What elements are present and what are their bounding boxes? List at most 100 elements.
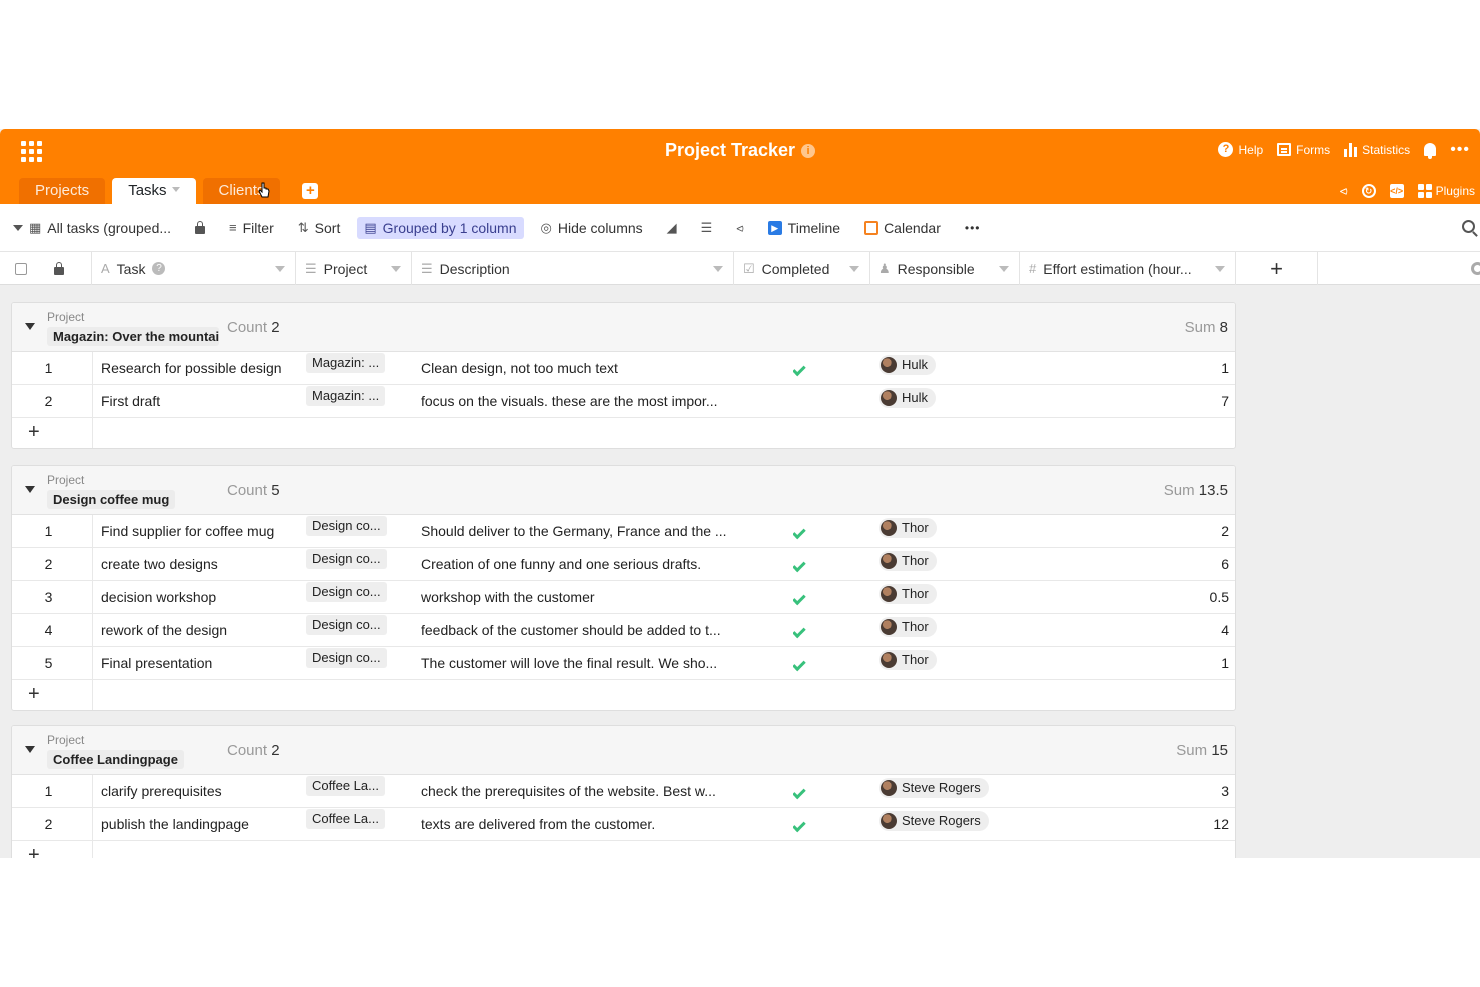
cell-project[interactable]: Design co... (306, 614, 388, 646)
cell-effort[interactable]: 3 (1037, 775, 1229, 807)
cell-completed[interactable] (793, 647, 813, 679)
cell-effort[interactable]: 0.5 (1037, 581, 1229, 613)
cell-task[interactable]: create two designs (101, 548, 297, 580)
collapse-caret-icon[interactable] (25, 486, 35, 493)
column-description[interactable]: ☰ Description (412, 252, 734, 285)
add-row-button[interactable]: + (12, 680, 93, 710)
cell-task[interactable]: decision workshop (101, 581, 297, 613)
cell-project[interactable]: Design co... (306, 548, 388, 580)
cell-effort[interactable]: 1 (1037, 352, 1229, 384)
table-row[interactable]: 1 Find supplier for coffee mug Design co… (12, 515, 1235, 548)
add-column-button[interactable]: + (1236, 252, 1318, 285)
plugins-button[interactable]: Plugins (1417, 183, 1475, 198)
cell-task[interactable]: Final presentation (101, 647, 297, 679)
cell-responsible[interactable]: Thor (879, 581, 1019, 613)
cell-project[interactable]: Design co... (306, 647, 388, 679)
cell-description[interactable]: Should deliver to the Germany, France an… (421, 515, 731, 547)
cell-project[interactable]: Magazin: ... (306, 352, 388, 384)
cell-responsible[interactable]: Thor (879, 647, 1019, 679)
sort-button[interactable]: ⇅ Sort (291, 217, 348, 239)
help-icon[interactable]: ? (152, 262, 166, 275)
add-row[interactable]: + (12, 418, 1235, 448)
cell-description[interactable]: workshop with the customer (421, 581, 731, 613)
cell-project[interactable]: Design co... (306, 515, 388, 547)
cell-task[interactable]: First draft (101, 385, 297, 417)
cell-responsible[interactable]: Steve Rogers (879, 808, 1019, 840)
lock-icon[interactable] (54, 261, 64, 275)
cell-effort[interactable]: 4 (1037, 614, 1229, 646)
column-completed[interactable]: ☑ Completed (734, 252, 870, 285)
collapse-caret-icon[interactable] (25, 323, 35, 330)
cell-project[interactable]: Coffee La... (306, 808, 388, 840)
column-menu-icon[interactable] (391, 266, 401, 272)
cell-completed[interactable] (793, 808, 813, 840)
cell-description[interactable]: Creation of one funny and one serious dr… (421, 548, 731, 580)
cell-description[interactable]: check the prerequisites of the website. … (421, 775, 731, 807)
view-lock-button[interactable] (188, 217, 212, 239)
cell-responsible[interactable]: Hulk (879, 352, 1019, 384)
table-row[interactable]: 2 create two designs Design co... Creati… (12, 548, 1235, 581)
script-button[interactable]: </> (1389, 183, 1404, 198)
table-row[interactable]: 2 First draft Magazin: ... focus on the … (12, 385, 1235, 418)
cell-responsible[interactable]: Steve Rogers (879, 775, 1019, 807)
group-button[interactable]: ▤ Grouped by 1 column (357, 216, 524, 239)
table-row[interactable]: 1 Research for possible design Magazin: … (12, 352, 1235, 385)
add-table-button[interactable]: + (302, 183, 319, 199)
table-row[interactable]: 4 rework of the design Design co... feed… (12, 614, 1235, 647)
cell-completed[interactable] (793, 548, 813, 580)
cell-responsible[interactable]: Thor (879, 515, 1019, 547)
cell-responsible[interactable]: Thor (879, 614, 1019, 646)
cell-effort[interactable]: 7 (1037, 385, 1229, 417)
column-menu-icon[interactable] (713, 266, 723, 272)
add-row-button[interactable]: + (12, 841, 93, 858)
timeline-button[interactable]: ▶ Timeline (761, 217, 847, 239)
column-responsible[interactable]: ♟ Responsible (870, 252, 1020, 285)
tab-tasks[interactable]: Tasks (112, 178, 196, 204)
cell-effort[interactable]: 1 (1037, 647, 1229, 679)
cell-completed[interactable] (793, 614, 813, 646)
forms-button[interactable]: Forms (1277, 143, 1330, 157)
help-button[interactable]: ? Help (1218, 142, 1263, 157)
column-effort[interactable]: # Effort estimation (hour... (1020, 252, 1236, 285)
calendar-button[interactable]: Calendar (857, 217, 948, 239)
column-task[interactable]: A Task ? (92, 252, 296, 285)
column-menu-icon[interactable] (849, 266, 859, 272)
cell-responsible[interactable]: Thor (879, 548, 1019, 580)
hide-columns-button[interactable]: ◎ Hide columns (534, 217, 650, 239)
cell-task[interactable]: Find supplier for coffee mug (101, 515, 297, 547)
cell-project[interactable]: Magazin: ... (306, 385, 388, 417)
column-menu-icon[interactable] (999, 266, 1009, 272)
table-row[interactable]: 2 publish the landingpage Coffee La... t… (12, 808, 1235, 841)
cell-description[interactable]: texts are delivered from the customer. (421, 808, 731, 840)
filter-button[interactable]: ≡ Filter (222, 217, 281, 239)
cell-task[interactable]: rework of the design (101, 614, 297, 646)
search-icon[interactable] (1462, 220, 1475, 233)
cell-effort[interactable]: 2 (1037, 515, 1229, 547)
settings-icon[interactable] (1471, 262, 1480, 275)
cell-effort[interactable]: 6 (1037, 548, 1229, 580)
info-icon[interactable]: i (801, 144, 816, 158)
table-row[interactable]: 3 decision workshop Design co... worksho… (12, 581, 1235, 614)
cell-completed[interactable] (793, 352, 813, 384)
share-button[interactable]: ⪦ (1340, 182, 1348, 199)
cell-description[interactable]: focus on the visuals. these are the most… (421, 385, 731, 417)
column-project[interactable]: ☰ Project (296, 252, 412, 285)
row-height-button[interactable]: ☰ (694, 217, 720, 239)
cell-completed[interactable] (793, 581, 813, 613)
add-row[interactable]: + (12, 680, 1235, 710)
notifications-button[interactable] (1424, 143, 1437, 159)
row-color-button[interactable]: ◢ (660, 217, 684, 239)
cell-description[interactable]: The customer will love the final result.… (421, 647, 731, 679)
view-share-button[interactable]: ⪦ (729, 217, 750, 239)
tab-caret-icon[interactable] (171, 187, 180, 192)
statistics-button[interactable]: Statistics (1344, 142, 1410, 157)
history-button[interactable]: ↻ (1361, 183, 1376, 198)
add-row-button[interactable]: + (12, 418, 93, 448)
cell-effort[interactable]: 12 (1037, 808, 1229, 840)
table-row[interactable]: 5 Final presentation Design co... The cu… (12, 647, 1235, 680)
add-row[interactable]: + (12, 841, 1235, 858)
cell-completed[interactable] (793, 515, 813, 547)
view-selector[interactable]: ▦ All tasks (grouped... (6, 217, 178, 239)
cell-task[interactable]: Research for possible design (101, 352, 297, 384)
tab-projects[interactable]: Projects (19, 178, 106, 204)
